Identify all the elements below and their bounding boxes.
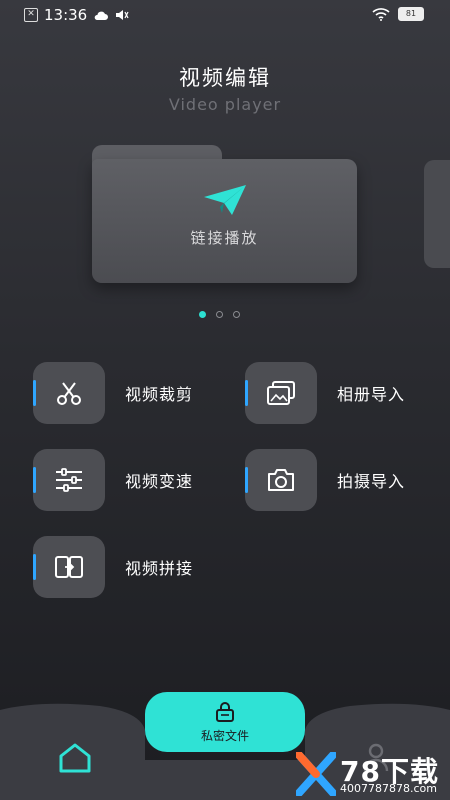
private-files-button[interactable]: 私密文件 bbox=[145, 692, 305, 752]
folder-body bbox=[92, 159, 357, 283]
feature-tile bbox=[245, 362, 317, 424]
video-merge-button[interactable]: 视频拼接 bbox=[33, 536, 193, 598]
page-subtitle: Video player bbox=[168, 95, 282, 114]
album-import-button[interactable]: 相册导入 bbox=[245, 362, 405, 424]
home-tab-icon[interactable] bbox=[57, 742, 93, 774]
close-notification-icon: ✕ bbox=[24, 8, 38, 22]
battery-icon: 81 bbox=[398, 7, 424, 21]
link-play-label: 链接播放 bbox=[190, 229, 259, 247]
lock-icon bbox=[216, 701, 234, 722]
camera-import-button[interactable]: 拍摄导入 bbox=[245, 449, 405, 511]
watermark-domain: 4007787878.com bbox=[340, 782, 437, 795]
next-card-peek[interactable] bbox=[424, 160, 450, 268]
status-bar: ✕ 13:36 81 bbox=[0, 0, 450, 30]
merge-icon bbox=[55, 556, 83, 578]
video-merge-label: 视频拼接 bbox=[125, 559, 194, 578]
link-play-card[interactable]: 链接播放 bbox=[92, 145, 357, 283]
video-trim-label: 视频裁剪 bbox=[125, 385, 194, 404]
camera-icon bbox=[268, 469, 294, 491]
page-title: 视频编辑 bbox=[179, 66, 271, 90]
status-time: 13:36 bbox=[44, 6, 88, 24]
paper-plane-icon bbox=[204, 185, 246, 215]
video-speed-label: 视频变速 bbox=[125, 472, 194, 491]
feature-tile bbox=[245, 449, 317, 511]
carousel-indicator bbox=[199, 311, 240, 318]
feature-tile bbox=[33, 449, 105, 511]
watermark-logo: 78下载 4007787878.com bbox=[296, 750, 446, 798]
sliders-icon bbox=[56, 468, 82, 492]
cloud-icon bbox=[94, 11, 109, 20]
video-trim-button[interactable]: 视频裁剪 bbox=[33, 362, 193, 424]
private-files-label: 私密文件 bbox=[200, 728, 249, 743]
watermark-x-icon bbox=[296, 752, 336, 796]
status-bar-left: ✕ 13:36 bbox=[24, 6, 129, 24]
camera-import-label: 拍摄导入 bbox=[337, 472, 406, 491]
speaker-icon bbox=[116, 10, 129, 20]
carousel-dot-2[interactable] bbox=[216, 311, 223, 318]
scissors-icon bbox=[57, 382, 81, 405]
wifi-icon bbox=[372, 7, 390, 21]
feature-tile bbox=[33, 362, 105, 424]
carousel-dot-3[interactable] bbox=[233, 311, 240, 318]
status-bar-right: 81 bbox=[372, 7, 424, 21]
album-import-label: 相册导入 bbox=[337, 385, 406, 404]
gallery-icon bbox=[267, 381, 295, 405]
feature-tile bbox=[33, 536, 105, 598]
carousel-dot-1[interactable] bbox=[199, 311, 206, 318]
video-speed-button[interactable]: 视频变速 bbox=[33, 449, 193, 511]
